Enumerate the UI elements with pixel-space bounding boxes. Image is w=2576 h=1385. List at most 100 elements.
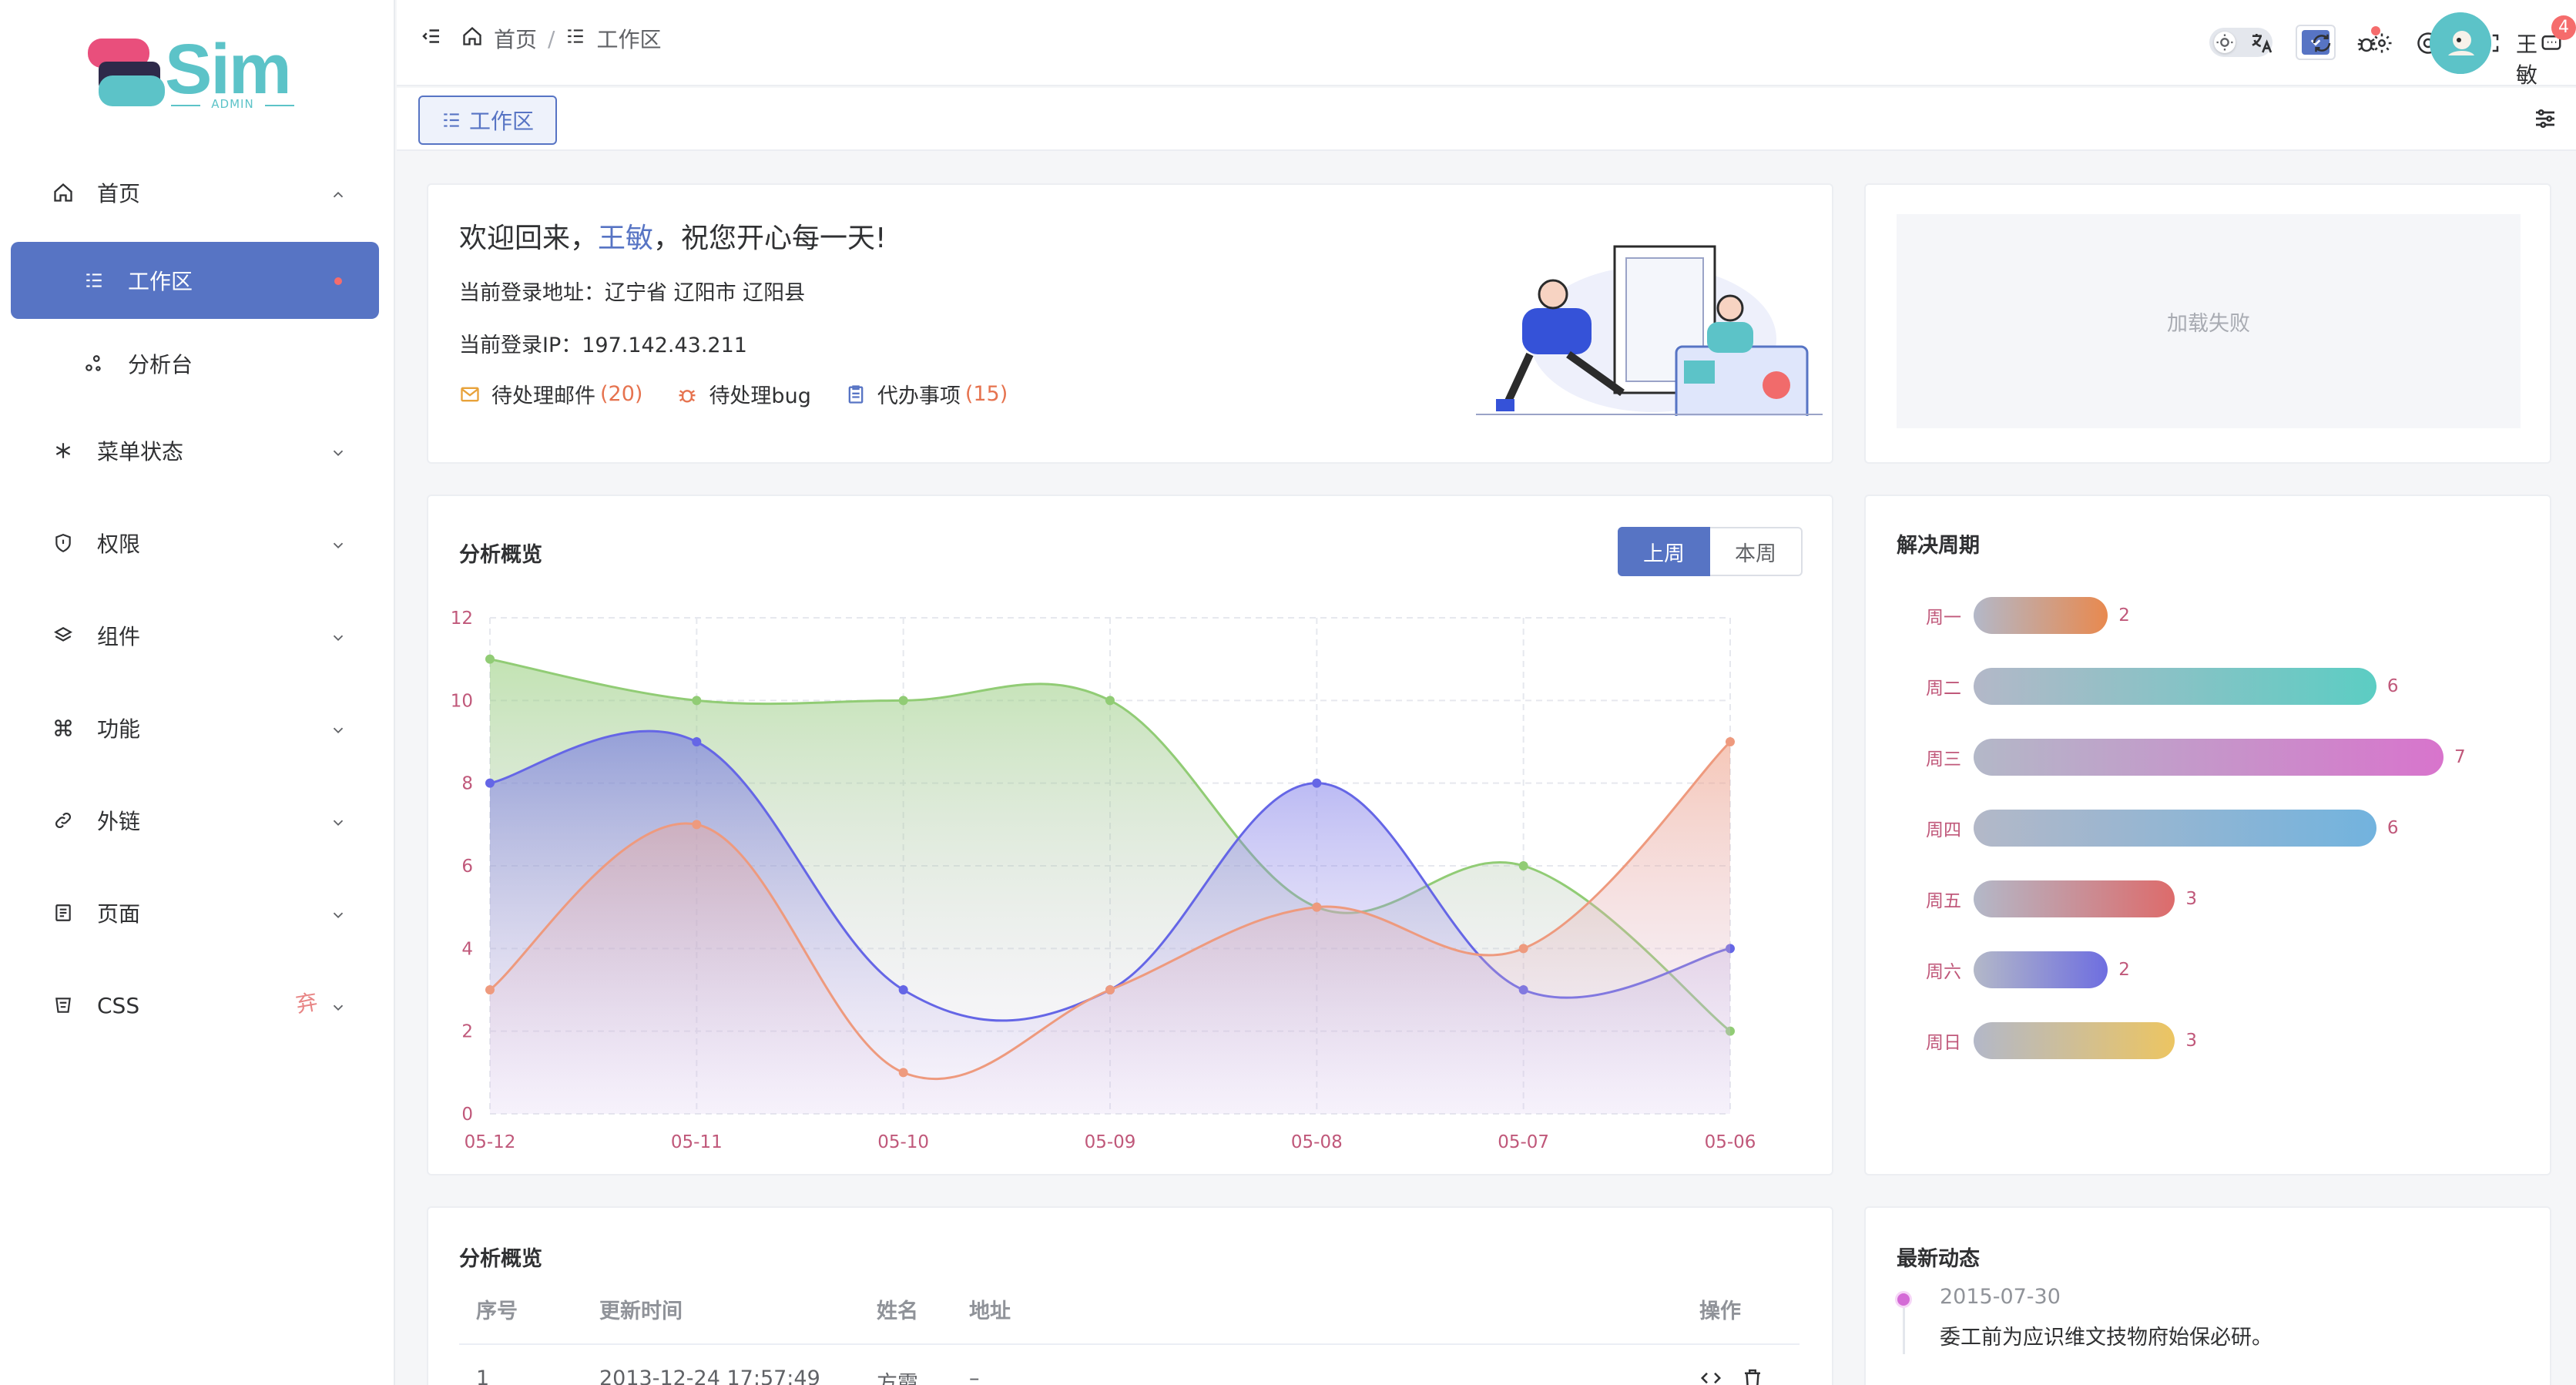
data-point[interactable] [692, 820, 702, 830]
table-divider [459, 1343, 1800, 1345]
card-title: 解决周期 [1897, 534, 1980, 558]
data-point[interactable] [1105, 696, 1115, 706]
sidebar-item-home[interactable]: 首页 [11, 154, 379, 231]
sidebar-item-label: 权限 [97, 532, 141, 557]
bar[interactable] [1974, 1022, 2175, 1059]
data-point[interactable] [1312, 778, 1322, 788]
latest-activity-card: 最新动态 2015-07-30 委工前为应识维文技物府始保必研。 [1864, 1206, 2551, 1385]
bar-row: 周二 6 [1897, 667, 2398, 706]
sidebar-item-external-links[interactable]: 外链 [11, 782, 379, 859]
bar[interactable] [1974, 739, 2444, 776]
address-label: 当前登录地址： [459, 281, 605, 305]
data-point[interactable] [485, 654, 495, 664]
sun-icon [2214, 32, 2236, 53]
todo-count: (20) [600, 382, 643, 406]
chevron-down-icon [330, 534, 347, 559]
user-name[interactable]: 王敏 [2516, 28, 2537, 89]
x-tick-label: 05-10 [877, 1132, 929, 1152]
data-point[interactable] [1312, 902, 1322, 912]
bar[interactable] [1974, 810, 2376, 847]
code-icon[interactable] [1699, 1367, 1722, 1385]
bar-category-label: 周二 [1926, 679, 1961, 699]
data-point[interactable] [1518, 861, 1528, 870]
collapse-sidebar-icon[interactable] [420, 25, 443, 53]
timeline-text: 委工前为应识维文技物府始保必研。 [1940, 1326, 2272, 1350]
chevron-down-icon [330, 719, 347, 744]
x-tick-label: 05-11 [671, 1132, 723, 1152]
data-point[interactable] [898, 1068, 908, 1078]
y-tick-label: 10 [451, 691, 473, 711]
message-icon[interactable]: 4 [2536, 15, 2576, 59]
sidebar-item-menu-status[interactable]: 菜单状态 [11, 412, 379, 489]
bar[interactable] [1974, 668, 2376, 705]
bar-row: 周六 2 [1897, 951, 2130, 989]
deprecated-badge: 弃 [293, 988, 320, 1018]
bar-category-label: 周五 [1926, 891, 1961, 911]
y-tick-label: 4 [461, 939, 473, 959]
analysis-chart-card: 分析概览 上周 本周 0 2 4 6 8 10 12 05-12 05-11 05-10 05-09… [427, 495, 1833, 1175]
bar-value-label: 6 [2386, 676, 2399, 696]
settings-gear-icon[interactable] [2366, 28, 2397, 59]
bar-row: 周一 2 [1897, 596, 2130, 635]
data-point[interactable] [1105, 985, 1115, 994]
bar[interactable] [1974, 951, 2108, 988]
data-point[interactable] [485, 985, 495, 994]
sidebar-item-pages[interactable]: 页面 [11, 874, 379, 951]
data-point[interactable] [692, 696, 702, 706]
sidebar-item-workspace[interactable]: 工作区 [11, 242, 379, 319]
login-address: 当前登录地址：辽宁省 辽阳市 辽阳县 [459, 276, 805, 306]
card-title: 分析概览 [459, 1247, 542, 1271]
greeting-prefix: 欢迎回来， [459, 223, 599, 254]
app-logo[interactable]: Sim ADMIN [85, 30, 308, 114]
breadcrumb-home[interactable]: 首页 [494, 23, 537, 54]
data-point[interactable] [485, 778, 495, 788]
sidebar-item-css[interactable]: CSS 弃 [11, 967, 379, 1044]
bar[interactable] [1974, 597, 2108, 634]
data-point[interactable] [898, 696, 908, 706]
tab-label: 工作区 [468, 109, 534, 134]
y-tick-label: 8 [461, 774, 473, 794]
column-header: 姓名 [877, 1299, 918, 1323]
todo-tasks[interactable]: 代办事项 (15) [845, 379, 1008, 409]
bar-value-label: 6 [2386, 818, 2399, 838]
welcome-greeting: 欢迎回来，王敏，祝您开心每一天! [459, 216, 886, 256]
data-point[interactable] [1518, 944, 1528, 954]
todo-count: (15) [964, 382, 1008, 406]
sidebar-item-label: 外链 [97, 809, 141, 834]
avatar[interactable] [2430, 12, 2491, 74]
tabs-bar: 工作区 [397, 88, 2576, 151]
page-icon [48, 903, 79, 923]
y-tick-label: 0 [461, 1105, 473, 1125]
timeline-date: 2015-07-30 [1940, 1285, 2061, 1309]
data-point[interactable] [692, 737, 702, 746]
sidebar-item-components[interactable]: 组件 [11, 597, 379, 674]
sidebar-item-functions[interactable]: 功能 [11, 689, 379, 766]
bar-row: 周日 3 [1897, 1021, 2197, 1060]
card-title: 最新动态 [1897, 1247, 1980, 1271]
logo-subtitle: ADMIN [171, 97, 294, 111]
tab-workspace[interactable]: 工作区 [418, 96, 557, 145]
bar[interactable] [1974, 880, 2175, 917]
todo-list: 待处理邮件 (20) 待处理bug 代办事项 (15) [459, 379, 1041, 409]
tab-settings-icon[interactable] [2533, 106, 2558, 134]
area-chart: 0 2 4 6 8 10 12 05-12 05-11 05-10 05-09 05-08 05-07 0… [451, 609, 1756, 1152]
sidebar-item-analysis[interactable]: 分析台 [11, 325, 379, 402]
refresh-icon[interactable] [2306, 28, 2337, 59]
delete-icon[interactable] [1741, 1367, 1764, 1385]
css-icon [48, 995, 79, 1015]
welcome-card: 欢迎回来，王敏，祝您开心每一天! 当前登录地址：辽宁省 辽阳市 辽阳县 当前登录… [427, 183, 1833, 464]
todo-mail[interactable]: 待处理邮件 (20) [459, 379, 642, 409]
welcome-illustration [1476, 245, 1823, 416]
y-tick-label: 2 [461, 1022, 473, 1042]
translate-icon[interactable] [2246, 28, 2277, 59]
active-indicator-dot [334, 277, 342, 285]
resolve-cycle-card: 解决周期 周一 2 周二 6 周三 7 周四 6 周五 3 周六 2 周日 3 [1864, 495, 2551, 1175]
todo-bug[interactable]: 待处理bug [676, 379, 811, 409]
data-point[interactable] [898, 985, 908, 994]
data-point[interactable] [1726, 737, 1735, 746]
sidebar-item-permissions[interactable]: 权限 [11, 505, 379, 582]
address-value: 辽宁省 辽阳市 辽阳县 [605, 281, 806, 305]
row-actions [1699, 1367, 1764, 1385]
sidebar-item-label: 组件 [97, 624, 141, 649]
bar-value-label: 2 [2118, 960, 2130, 980]
